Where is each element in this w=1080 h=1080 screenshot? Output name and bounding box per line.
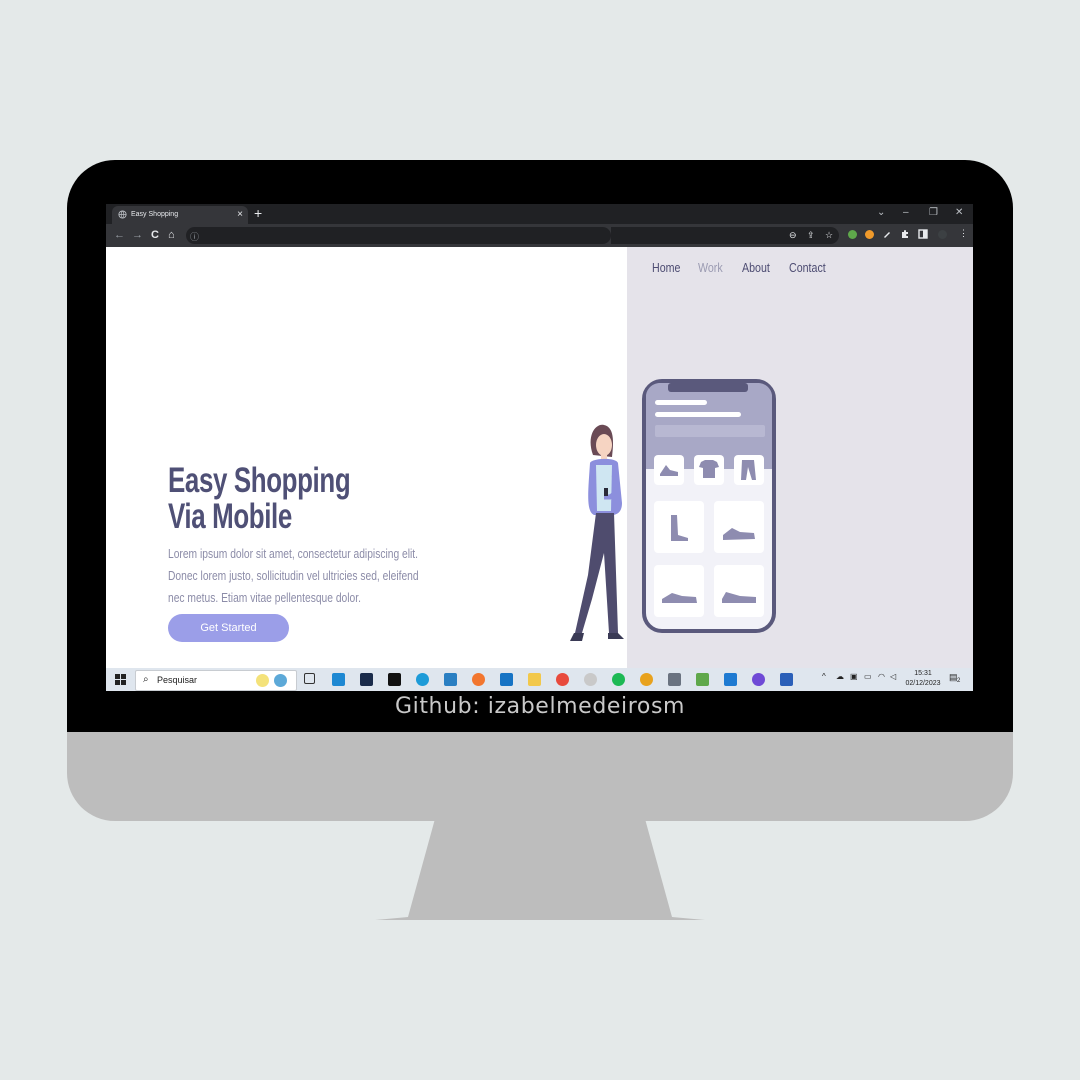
get-started-button[interactable]: Get Started [168,614,289,642]
tray-onedrive-icon[interactable]: ☁ [836,672,844,681]
tray-display-icon[interactable]: ▣ [850,672,858,681]
pen-icon[interactable] [882,229,892,239]
browser-tab-bar: Easy Shopping × + ⌄ – ❐ ✕ [106,204,973,224]
side-panel-icon[interactable] [918,229,928,239]
notification-count: 2 [957,678,961,684]
netflix-icon[interactable] [388,673,401,686]
search-highlight-flower-icon [256,674,269,687]
chrome-icon[interactable] [556,673,569,686]
outlook-icon[interactable] [500,673,513,686]
shopping-illustration [570,379,776,641]
node-icon[interactable] [696,673,709,686]
profile-avatar[interactable] [938,230,947,239]
address-bar-actions: ⊖ ⇪ ☆ [611,227,839,244]
close-tab-icon[interactable]: × [237,209,243,220]
github-caption: Github: izabelmedeirosm [394,694,686,719]
hero-title-line2: Via Mobile [168,497,292,536]
taskbar-search-box[interactable]: ⌕ Pesquisar [135,670,297,691]
address-bar[interactable]: ⓘ [186,227,611,244]
word-icon[interactable] [780,673,793,686]
globe-icon [118,210,127,219]
nav-contact[interactable]: Contact [789,260,826,275]
site-info-icon[interactable]: ⓘ [190,230,199,243]
forward-button[interactable]: → [132,229,143,241]
windows-taskbar: ⌕ Pesquisar ^ ☁ ▣ ▭ ◠ ◁ 15:31 02/12/2023 [106,668,973,691]
woman-figure-icon [570,424,624,641]
more-menu-icon[interactable]: ⋮ [959,228,968,239]
back-button[interactable]: ← [114,229,125,241]
app-icon-3[interactable] [444,673,457,686]
share-icon[interactable]: ⇪ [807,230,815,241]
nav-about[interactable]: About [742,260,770,275]
screen: Easy Shopping × + ⌄ – ❐ ✕ ← → C ⌂ ⓘ ⊖ ⇪ … [106,204,973,691]
vscode-icon[interactable] [724,673,737,686]
browser-tab[interactable]: Easy Shopping × [112,206,248,224]
hero-title-line1: Easy Shopping [168,461,351,500]
bookmark-star-icon[interactable]: ☆ [825,230,833,241]
monitor-stand [375,821,705,920]
file-explorer-icon[interactable] [528,673,541,686]
tab-title: Easy Shopping [131,211,179,218]
clock-time: 15:31 [914,670,932,677]
app-icon-2[interactable] [360,673,373,686]
close-window-button[interactable]: ✕ [955,207,963,218]
new-tab-button[interactable]: + [254,205,262,221]
edge-icon[interactable] [416,673,429,686]
windows-start-icon[interactable] [115,674,126,685]
app-icon-6[interactable] [752,673,765,686]
app-icon-1[interactable] [332,673,345,686]
hero-description: Lorem ipsum dolor sit amet, consectetur … [168,546,419,605]
web-page: Home Work About Contact Easy Shopping Vi… [106,247,973,668]
calculator-icon[interactable] [668,673,681,686]
extension-icon-1[interactable] [848,230,857,239]
minimize-button[interactable]: – [903,207,909,218]
search-icon: ⌕ [143,674,149,685]
task-view-icon[interactable] [304,673,315,684]
browser-toolbar: ← → C ⌂ ⓘ ⊖ ⇪ ☆ ⋮ [106,224,973,247]
search-placeholder: Pesquisar [157,675,198,685]
puzzle-icon[interactable] [900,229,910,239]
firefox-icon[interactable] [472,673,485,686]
spotify-icon[interactable] [612,673,625,686]
home-button[interactable]: ⌂ [168,229,175,241]
nav-home[interactable]: Home [652,260,680,275]
tray-wifi-icon[interactable]: ◠ [878,672,885,681]
restore-button[interactable]: ❐ [929,207,938,218]
search-highlight-globe-icon [274,674,287,687]
app-icon-4[interactable] [584,673,597,686]
extension-icon-2[interactable] [865,230,874,239]
monitor-chin [67,732,1013,821]
zoom-icon[interactable]: ⊖ [789,230,797,241]
tray-battery-icon[interactable]: ▭ [864,672,872,681]
hero-title: Easy Shopping Via Mobile [168,463,360,535]
tray-volume-icon[interactable]: ◁ [890,672,896,681]
taskbar-clock[interactable]: 15:31 02/12/2023 [904,669,942,689]
app-icon-5[interactable] [640,673,653,686]
tab-search-icon[interactable]: ⌄ [877,207,885,218]
tray-expand-icon[interactable]: ^ [822,672,826,681]
phone-mockup [642,379,776,633]
clock-date: 02/12/2023 [905,680,941,687]
nav-work[interactable]: Work [698,260,723,275]
reload-button[interactable]: C [151,229,159,241]
